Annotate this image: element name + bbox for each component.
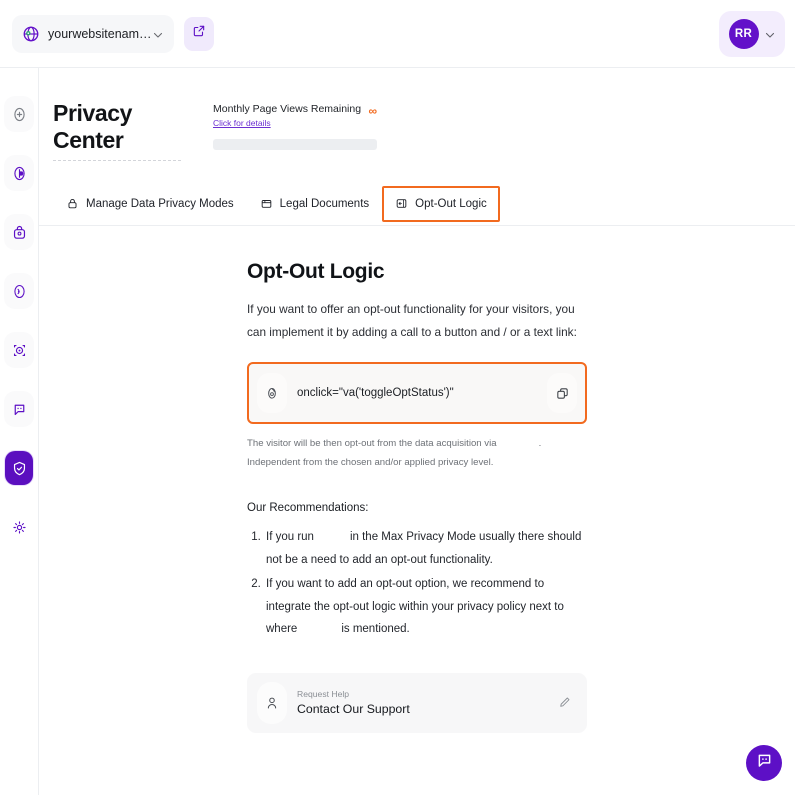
page-header: Privacy Center Monthly Page Views Remain… — [39, 68, 795, 182]
site-name-label: yourwebsitename.co — [48, 26, 152, 41]
target-scan-icon — [11, 342, 28, 359]
pie-chart-icon — [11, 165, 28, 182]
quota-details-link[interactable]: Click for details — [213, 118, 361, 128]
quota-value: ∞ — [368, 104, 377, 118]
quota-label: Monthly Page Views Remaining — [213, 103, 362, 115]
app-root: yourwebsitename.co RR Privacy Center Mon… — [0, 0, 795, 795]
list-item: If you runin the Max Privacy Mode usuall… — [264, 526, 587, 571]
add-circle-icon — [11, 106, 28, 123]
tab-legal-documents[interactable]: Legal Documents — [247, 186, 383, 222]
tab-label: Opt-Out Logic — [415, 197, 487, 210]
rec-text-after: is mentioned. — [341, 623, 410, 636]
tab-label: Manage Data Privacy Modes — [86, 197, 234, 210]
tab-opt-out-logic[interactable]: Opt-Out Logic — [382, 185, 500, 222]
site-selector[interactable]: yourwebsitename.co — [12, 14, 174, 53]
folder-icon — [260, 197, 273, 210]
shield-check-icon — [11, 460, 28, 477]
gear-icon — [11, 519, 28, 536]
section-lead-text: If you want to offer an opt-out function… — [247, 302, 577, 339]
support-big-label: Contact Our Support — [297, 702, 410, 717]
avatar: RR — [728, 19, 759, 49]
rail-item-privacy-center[interactable] — [4, 450, 34, 486]
tab-manage-data-privacy-modes[interactable]: Manage Data Privacy Modes — [53, 186, 247, 222]
support-small-label: Request Help — [297, 689, 350, 700]
quota-widget: Monthly Page Views Remaining Click for d… — [213, 102, 377, 151]
pencil-icon[interactable] — [551, 690, 577, 716]
rail-item-messages[interactable] — [4, 391, 34, 427]
chat-support-icon — [755, 751, 774, 775]
open-external-button[interactable] — [184, 16, 214, 51]
list-item: If you want to add an opt-out option, we… — [264, 573, 587, 640]
section-heading: Opt-Out Logic — [247, 260, 385, 283]
support-card[interactable]: Request Help Contact Our Support — [247, 672, 587, 733]
rail-item-signals[interactable] — [4, 273, 34, 309]
copy-button[interactable] — [547, 373, 577, 413]
lock-icon — [66, 197, 79, 210]
top-bar: yourwebsitename.co RR — [0, 0, 795, 68]
left-nav-rail — [0, 68, 39, 795]
support-chat-fab[interactable] — [746, 745, 782, 781]
rail-item-tracking[interactable] — [4, 332, 34, 368]
chevron-down-icon — [764, 28, 776, 40]
person-icon — [257, 681, 287, 724]
code-caption: The visitor will be then opt-out from th… — [247, 435, 587, 472]
external-link-icon — [192, 24, 206, 43]
code-snippet-text: onclick="va('toggleOptStatus')" — [297, 387, 454, 399]
panel-left-icon — [395, 197, 408, 210]
content-area: Privacy Center Monthly Page Views Remain… — [39, 68, 795, 795]
shopping-bag-icon — [11, 224, 28, 241]
caption-part-1: The visitor will be then opt-out from th… — [247, 438, 497, 449]
rail-item-add[interactable] — [4, 96, 34, 132]
chevron-down-icon — [152, 28, 164, 40]
recommendations-list: If you runin the Max Privacy Mode usuall… — [247, 526, 587, 640]
globe-icon — [22, 25, 40, 43]
support-card-text: Request Help Contact Our Support — [297, 689, 551, 716]
code-icon — [257, 373, 287, 413]
main-body: Opt-Out Logic If you want to offer an op… — [39, 226, 795, 733]
account-menu[interactable]: RR — [719, 11, 785, 57]
tab-label: Legal Documents — [279, 197, 370, 210]
rail-active-chip — [5, 451, 33, 485]
rail-item-analytics[interactable] — [4, 155, 34, 191]
rec-text-before: If you want to add an opt-out option, we… — [266, 578, 564, 636]
recommendations-title: Our Recommendations: — [247, 502, 369, 515]
quota-progress-bar — [213, 139, 377, 151]
code-snippet-box: onclick="va('toggleOptStatus')" — [247, 362, 587, 424]
page-title: Privacy Center — [53, 100, 181, 161]
rail-item-settings[interactable] — [4, 509, 34, 545]
chat-bubble-icon — [11, 401, 28, 418]
tab-bar: Manage Data Privacy Modes Legal Document… — [39, 182, 795, 226]
rail-item-shop[interactable] — [4, 214, 34, 250]
signal-icon — [11, 283, 28, 300]
rec-text-before: If you run — [266, 531, 314, 544]
